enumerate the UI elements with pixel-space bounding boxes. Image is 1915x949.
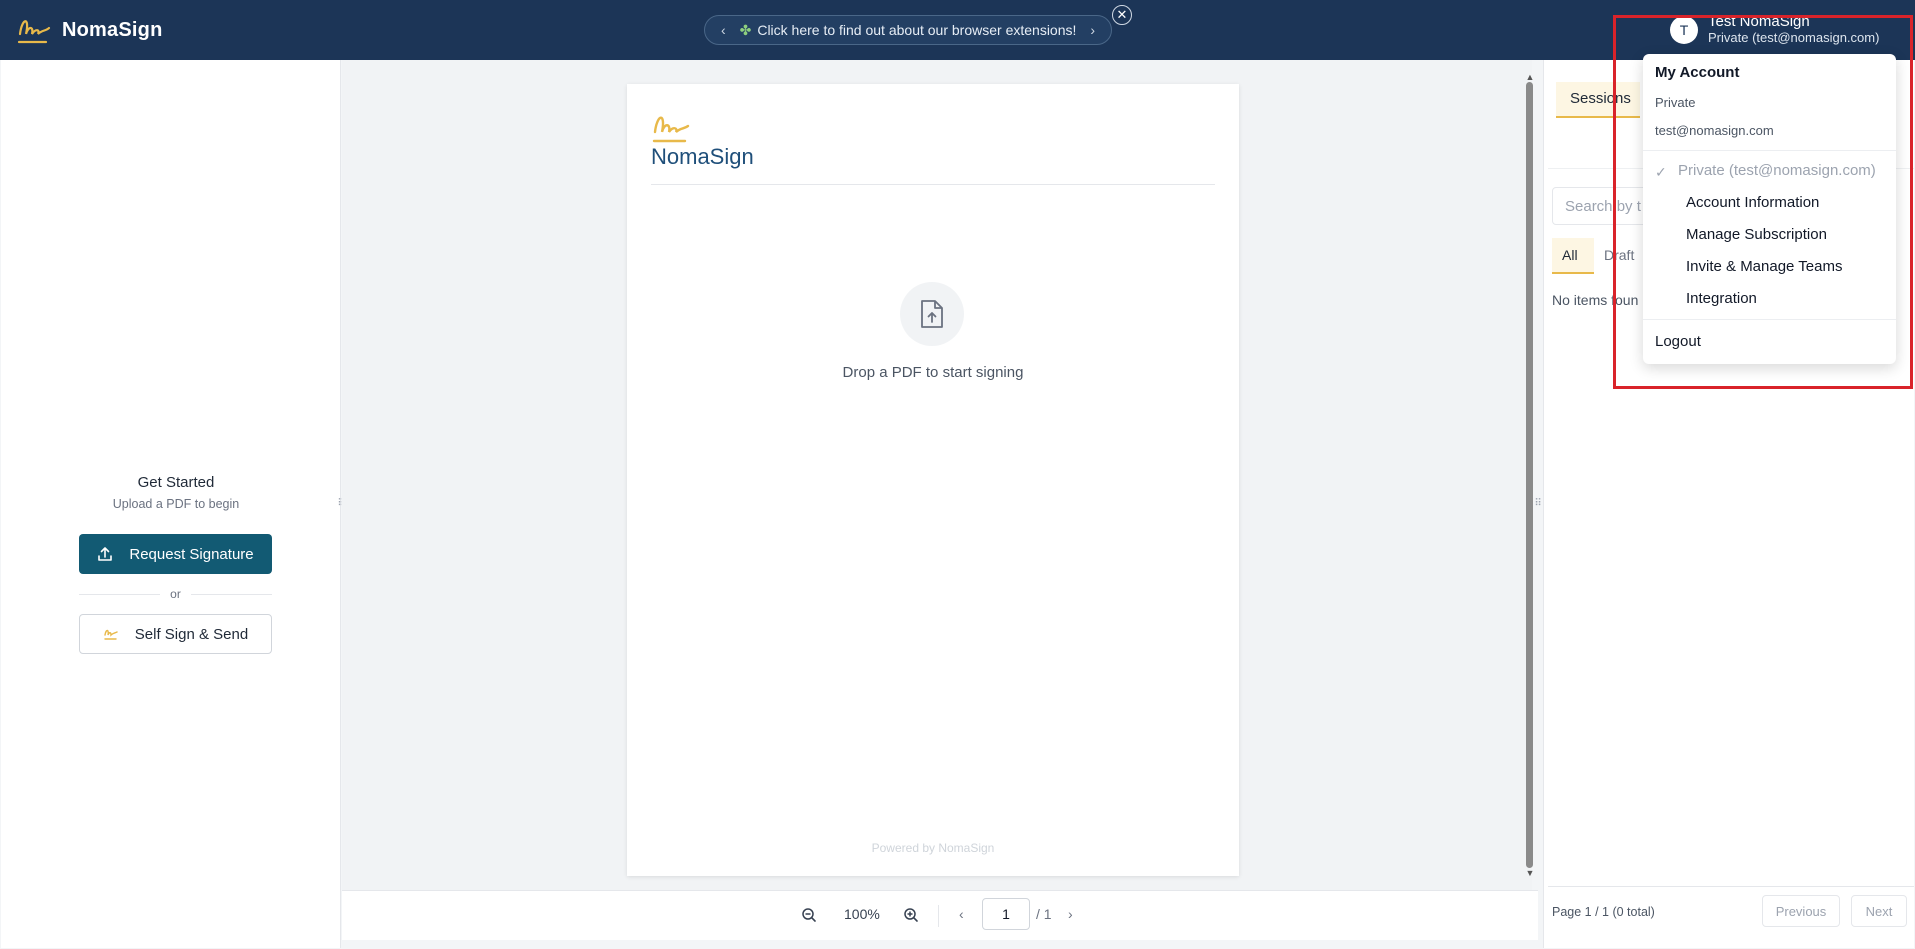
filter-tab-all[interactable]: All <box>1552 238 1594 274</box>
menu-item-invite-manage-teams[interactable]: Invite & Manage Teams <box>1686 258 1842 275</box>
avatar: T <box>1670 16 1698 44</box>
menu-item-integration[interactable]: Integration <box>1686 290 1757 307</box>
file-upload-icon[interactable] <box>900 282 964 346</box>
user-account: Private (test@nomasign.com) <box>1708 30 1880 45</box>
pagination-status: Page 1 / 1 (0 total) <box>1552 905 1655 919</box>
dropdown-divider <box>1643 319 1896 320</box>
filter-tab-draft[interactable]: Draft <box>1604 247 1634 263</box>
previous-button[interactable]: Previous <box>1762 895 1840 927</box>
next-page-icon[interactable]: › <box>1068 906 1073 922</box>
account-dropdown: My Account Private test@nomasign.com ✓ P… <box>1643 54 1896 364</box>
right-resize-handle[interactable]: ⠿ <box>1534 497 1542 511</box>
menu-item-manage-subscription[interactable]: Manage Subscription <box>1686 226 1827 243</box>
signature-logo-icon <box>17 20 51 44</box>
page-total: / 1 <box>1036 906 1052 922</box>
tab-sessions[interactable]: Sessions <box>1556 82 1640 118</box>
check-icon: ✓ <box>1655 164 1667 180</box>
get-started-subtitle: Upload a PDF to begin <box>112 497 240 511</box>
next-button[interactable]: Next <box>1851 895 1907 927</box>
top-header: NomaSign ‹ ✤ Click here to find out abou… <box>0 0 1915 60</box>
pdf-page[interactable]: NomaSign Drop a PDF to start signing Pow… <box>627 84 1239 876</box>
self-sign-button[interactable]: Self Sign & Send <box>79 614 272 654</box>
left-panel: Get Started Upload a PDF to begin Reques… <box>1 60 341 948</box>
account-switch-private[interactable]: Private (test@nomasign.com) <box>1678 162 1888 179</box>
banner-text: Click here to find out about our browser… <box>757 22 1077 38</box>
zoom-out-icon[interactable] <box>801 907 817 923</box>
viewer-scrollbar[interactable]: ▲ ▼ <box>1525 72 1535 878</box>
empty-state-text: No items foun <box>1552 292 1639 308</box>
logout-menu-item[interactable]: Logout <box>1655 333 1701 350</box>
or-text: or <box>170 587 181 601</box>
get-started-title: Get Started <box>137 474 215 491</box>
or-divider: or <box>79 587 273 601</box>
menu-item-account-information[interactable]: Account Information <box>1686 194 1819 211</box>
pagination: Page 1 / 1 (0 total) Previous Next <box>1548 886 1914 936</box>
dropdown-divider <box>1643 150 1896 151</box>
brand[interactable]: NomaSign <box>16 12 163 48</box>
request-signature-label: Request Signature <box>129 545 254 563</box>
prev-page-icon[interactable]: ‹ <box>959 906 964 922</box>
zoom-level: 100% <box>844 906 880 922</box>
request-signature-button[interactable]: Request Signature <box>79 534 272 574</box>
clover-icon: ✤ <box>739 21 752 38</box>
upload-icon <box>98 547 113 561</box>
page-divider <box>651 184 1215 185</box>
user-name: Test NomaSign <box>1708 13 1810 30</box>
extension-banner[interactable]: ‹ ✤ Click here to find out about our bro… <box>704 15 1112 45</box>
brand-name: NomaSign <box>62 18 163 41</box>
zoom-in-icon[interactable] <box>903 907 919 923</box>
signature-logo-icon <box>652 116 690 143</box>
viewer-toolbar: 100% ‹ / 1 › <box>342 890 1538 940</box>
chevron-right-icon[interactable]: › <box>1090 22 1095 38</box>
scroll-thumb[interactable] <box>1526 82 1533 868</box>
account-email: test@nomasign.com <box>1655 123 1774 138</box>
user-menu-trigger[interactable]: T Test NomaSign Private (test@nomasign.c… <box>1670 14 1879 46</box>
banner-close-button[interactable]: ✕ <box>1112 5 1132 25</box>
page-brand: NomaSign <box>651 144 754 169</box>
scroll-up-icon[interactable]: ▲ <box>1525 72 1535 82</box>
signature-icon <box>104 629 118 640</box>
toolbar-divider <box>938 905 939 927</box>
self-sign-label: Self Sign & Send <box>134 625 249 643</box>
powered-by: Powered by NomaSign <box>871 841 995 855</box>
drop-instructions: Drop a PDF to start signing <box>842 364 1024 381</box>
scroll-down-icon[interactable]: ▼ <box>1525 868 1535 878</box>
chevron-left-icon[interactable]: ‹ <box>721 22 726 38</box>
page-number-input[interactable] <box>982 898 1030 930</box>
account-type: Private <box>1655 95 1696 110</box>
dropdown-title: My Account <box>1655 64 1740 81</box>
